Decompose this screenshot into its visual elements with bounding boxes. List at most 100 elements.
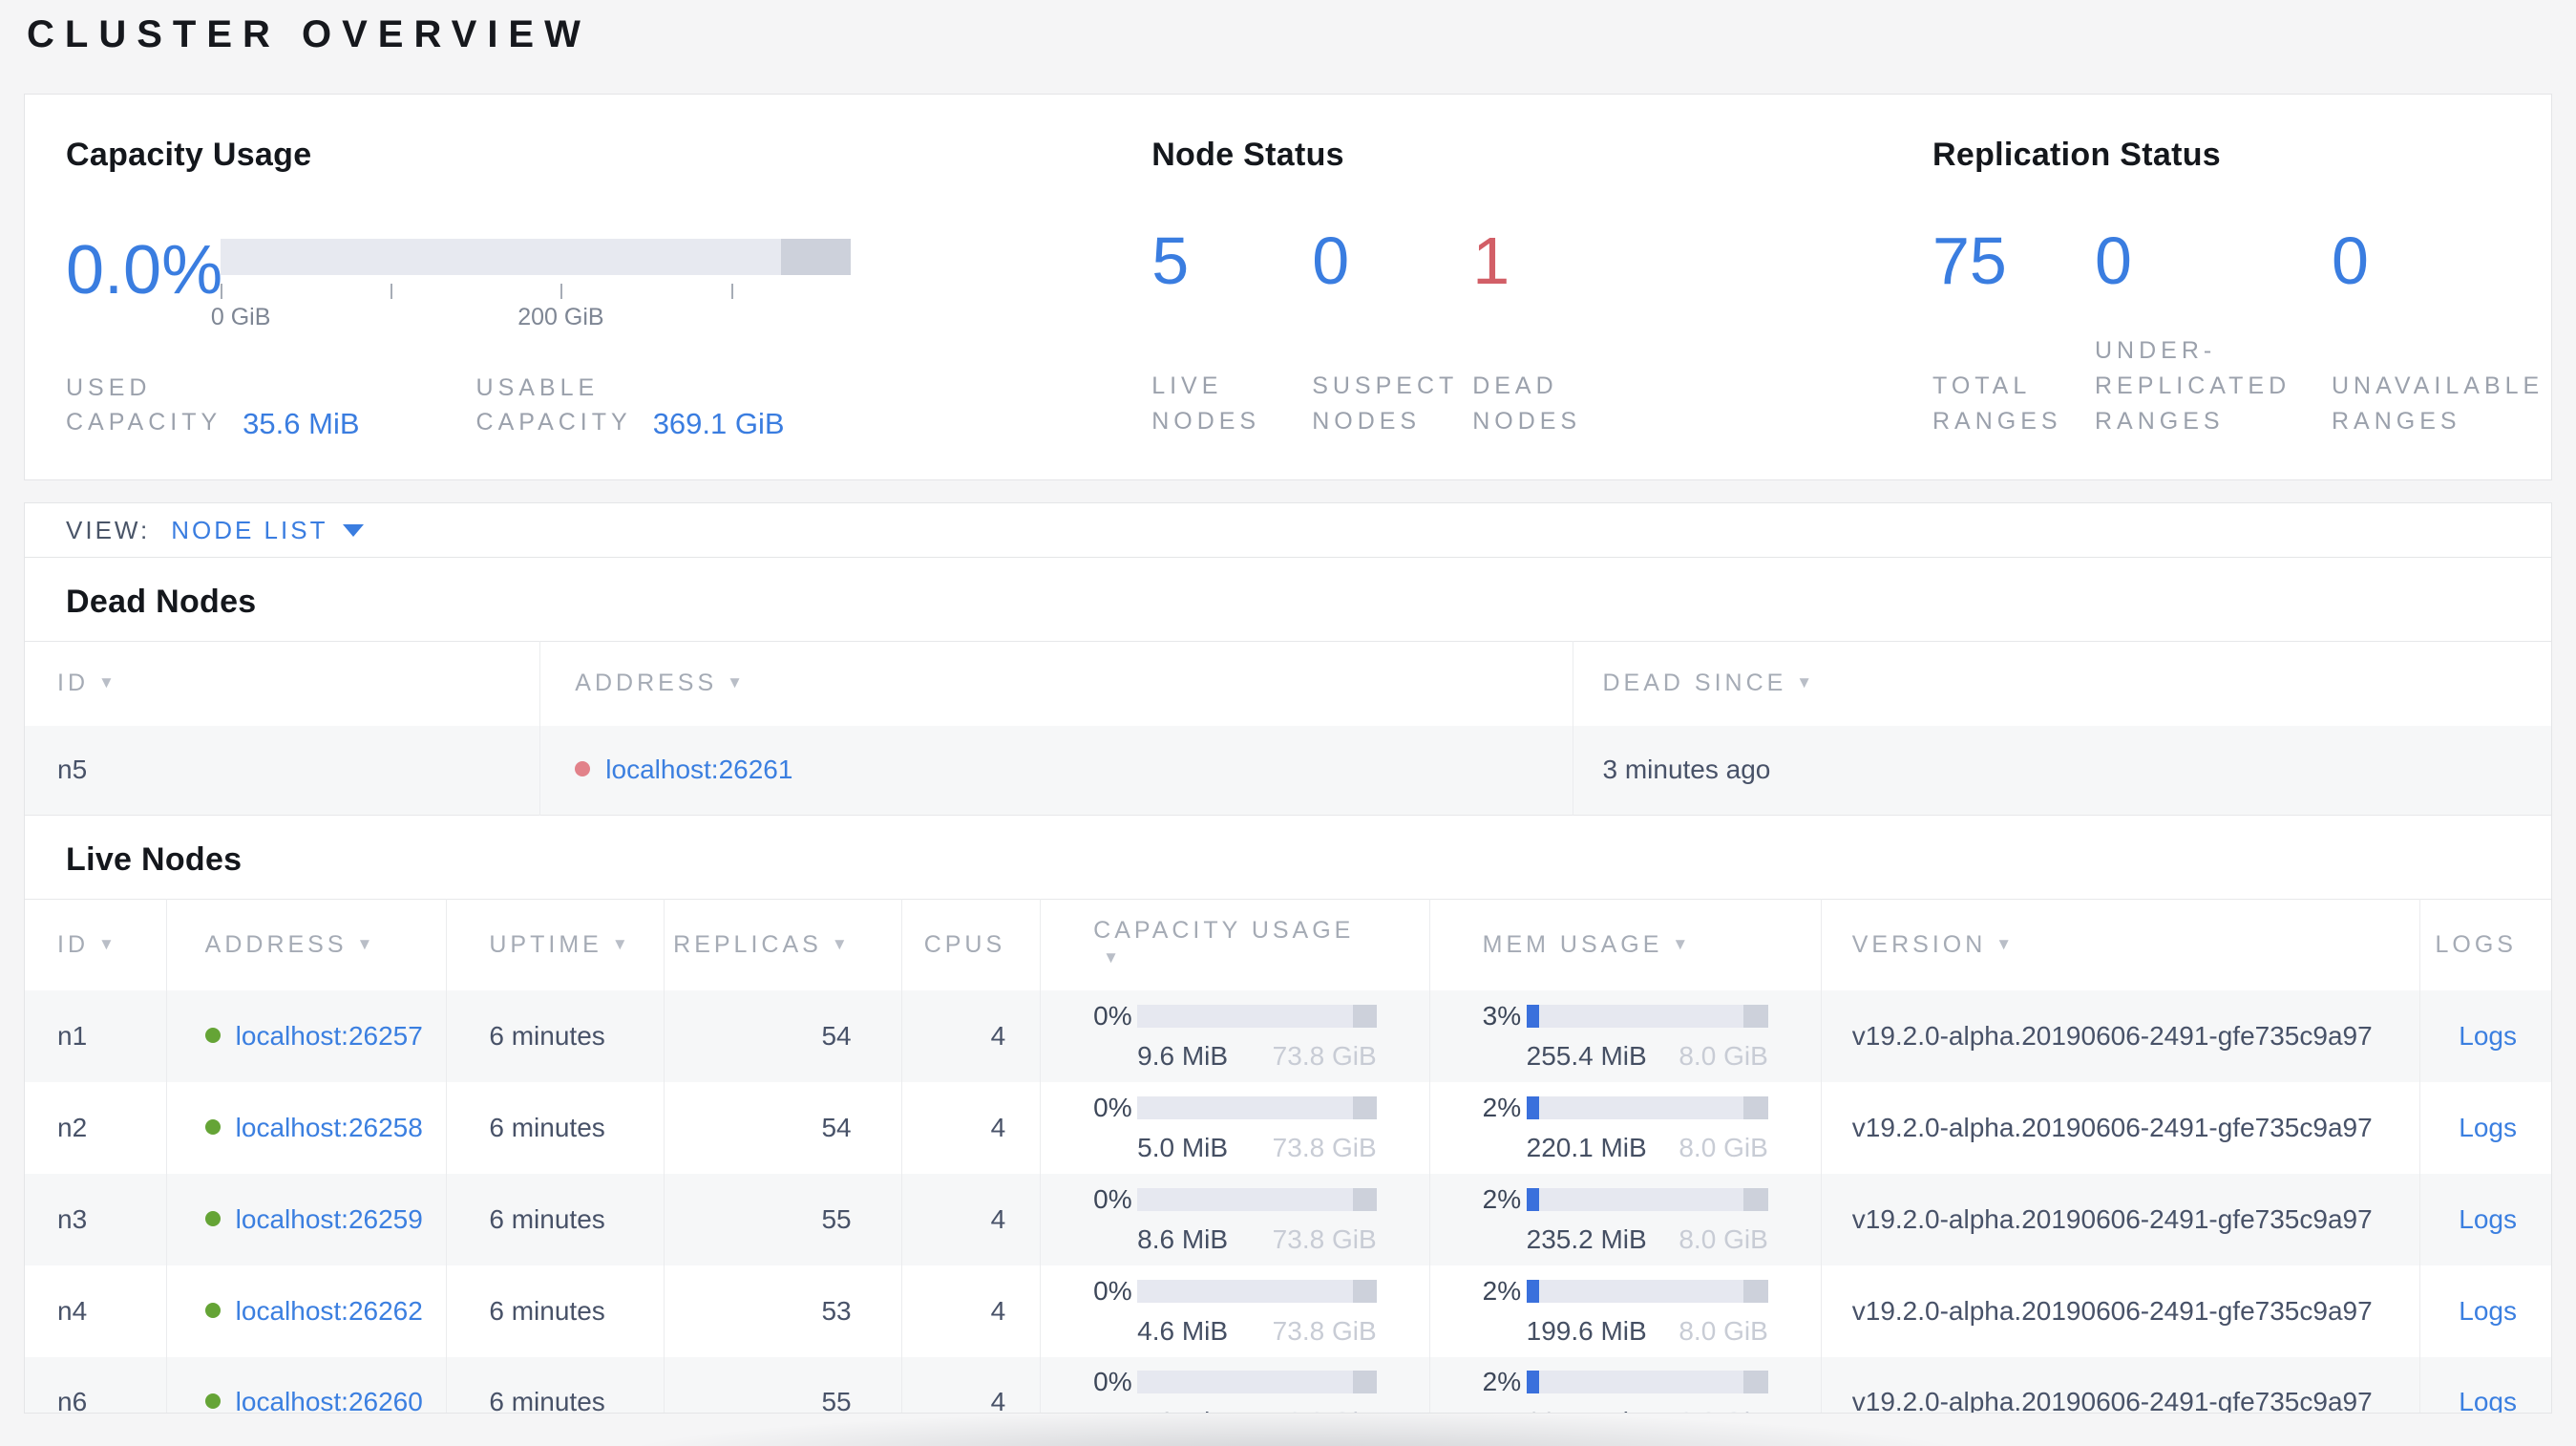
logs-link[interactable]: Logs: [2459, 1113, 2517, 1142]
dead-node-dead-since: 3 minutes ago: [1602, 755, 1771, 785]
replication-status-title: Replication Status: [1932, 137, 2222, 173]
live-node-address-link[interactable]: localhost:26258: [236, 1113, 423, 1142]
replication-metric-label: TOTAL RANGES: [1932, 369, 2095, 439]
live-nodes-heading: Live Nodes: [66, 841, 243, 878]
live-nodes-header-uptime[interactable]: UPTIME ▼: [446, 899, 665, 990]
version-string: v19.2.0-alpha.20190606-2491-gfe735c9a97: [1851, 1112, 2373, 1142]
dead-nodes-heading: Dead Nodes: [66, 584, 257, 620]
node-status-metrics: 5 LIVE NODES 0 SUSPECT NODES 1 DEAD NODES: [1151, 227, 1932, 439]
memory-usage-cell: 3% 255.4 MiB 8.0 GiB: [1429, 989, 1822, 1082]
column-header-label: ID: [57, 670, 89, 697]
replication-metric-label-line: RANGES: [2332, 408, 2461, 435]
sort-desc-icon: ▼: [611, 934, 632, 953]
dead-nodes-header-id[interactable]: ID ▼: [25, 641, 541, 726]
node-status-metric-label-line: NODES: [1312, 408, 1422, 435]
view-dropdown-value: NODE LIST: [171, 515, 328, 544]
column-header-label: LOGS: [2435, 930, 2517, 958]
live-node-logs-cell: Logs: [2419, 1265, 2551, 1357]
capacity-total-value: 73.8 GiB: [1272, 1040, 1377, 1071]
live-node-cpus: 4: [901, 1081, 1042, 1174]
capacity-total-value: 73.8 GiB: [1272, 1315, 1377, 1346]
live-status-dot-icon: [204, 1027, 221, 1043]
memory-bar-fill: [1526, 1371, 1539, 1394]
logs-link[interactable]: Logs: [2459, 1021, 2517, 1051]
live-node-address-link[interactable]: localhost:26260: [236, 1387, 423, 1413]
live-nodes-header-address[interactable]: ADDRESS ▼: [166, 899, 448, 990]
view-dropdown[interactable]: NODE LIST: [171, 515, 365, 545]
memory-meter: 2%: [1483, 1276, 1768, 1307]
live-status-dot-icon: [204, 1393, 221, 1410]
capacity-stat: USABLE CAPACITY 369.1 GiB: [475, 371, 785, 440]
axis-label-200: 200 GiB: [517, 304, 604, 330]
memory-used-value: 220.1 MiB: [1526, 1132, 1647, 1162]
memory-bar-track: [1526, 1095, 1768, 1119]
memory-used-value: 235.2 MiB: [1526, 1223, 1647, 1254]
capacity-values: 9.6 MiB 73.8 GiB: [1137, 1041, 1376, 1072]
live-node-id: n1: [25, 989, 167, 1082]
live-node-address-cell: localhost:26258: [166, 1081, 448, 1174]
replication-metric-value: 0: [2095, 223, 2132, 298]
node-status-metric-label-line: LIVE: [1151, 372, 1223, 399]
capacity-bar-track: [1137, 1371, 1377, 1394]
axis-tick: [221, 284, 222, 299]
dead-node-address-link[interactable]: localhost:26261: [605, 755, 792, 784]
memory-bar-fill: [1526, 1279, 1539, 1303]
memory-meter: 2%: [1483, 1367, 1768, 1397]
node-status-title: Node Status: [1151, 137, 1344, 173]
capacity-stat-label-line: CAPACITY: [66, 409, 222, 436]
capacity-stat-label-line: CAPACITY: [475, 409, 632, 436]
replication-metric-label-line: REPLICATED: [2095, 372, 2291, 399]
column-header-label: MEM USAGE: [1482, 930, 1663, 958]
live-nodes-header-id[interactable]: ID ▼: [25, 899, 167, 990]
live-nodes-header-replicas[interactable]: REPLICAS ▼: [664, 899, 902, 990]
memory-usage-cell: 2% 199.6 MiB 8.0 GiB: [1429, 1265, 1822, 1357]
memory-percent: 2%: [1482, 1092, 1522, 1122]
live-nodes-header-capacity-usage[interactable]: CAPACITY USAGE ▼: [1040, 899, 1430, 990]
capacity-usage-title: Capacity Usage: [66, 137, 312, 173]
bottom-shadow: [401, 1402, 2186, 1446]
dead-nodes-header-address[interactable]: ADDRESS ▼: [539, 641, 1574, 726]
capacity-usage-cell: 0% 9.6 MiB 73.8 GiB: [1040, 989, 1430, 1082]
dead-node-id: n5: [25, 725, 541, 816]
logs-link[interactable]: Logs: [2459, 1387, 2517, 1413]
capacity-values: 4.6 MiB 73.8 GiB: [1137, 1316, 1376, 1347]
node-status-metric-label-line: NODES: [1151, 408, 1261, 435]
live-node-row: n1 localhost:26257 6 minutes 54 4 0% 9.6 MiB 73…: [25, 989, 2551, 1082]
logs-link[interactable]: Logs: [2459, 1296, 2517, 1326]
live-node-address-link[interactable]: localhost:26259: [236, 1204, 423, 1234]
live-node-logs-cell: Logs: [2419, 1357, 2551, 1413]
live-node-cpus: 4: [901, 1265, 1042, 1357]
sort-desc-icon: ▼: [98, 934, 118, 953]
memory-bar-track: [1526, 1279, 1768, 1303]
page-title: CLUSTER OVERVIEW: [27, 13, 591, 55]
sort-desc-icon: ▼: [98, 673, 118, 692]
dead-nodes-header-dead-since[interactable]: DEAD SINCE ▼: [1573, 642, 2551, 726]
node-status-metric-label-line: DEAD: [1472, 372, 1558, 399]
capacity-stat-label: USED CAPACITY: [66, 371, 222, 439]
live-nodes-header-mem-usage[interactable]: MEM USAGE ▼: [1429, 899, 1822, 990]
axis-label-zero: 0 GiB: [210, 304, 271, 330]
live-node-row: n4 localhost:26262 6 minutes 53 4 0% 4.6 MiB 73…: [25, 1265, 2551, 1357]
replication-metric-label: UNAVAILABLE RANGES: [2332, 369, 2551, 439]
sort-desc-icon: ▼: [1103, 948, 1123, 968]
capacity-bar: 0 GiB 200 GiB: [211, 239, 851, 332]
logs-link[interactable]: Logs: [2459, 1204, 2517, 1234]
memory-percent: 3%: [1482, 1000, 1522, 1031]
sort-desc-icon: ▼: [1995, 934, 2016, 953]
column-header-label: DEAD SINCE: [1602, 670, 1787, 697]
live-node-logs-cell: Logs: [2419, 1174, 2551, 1265]
live-node-address-link[interactable]: localhost:26262: [236, 1296, 423, 1326]
live-node-uptime: 6 minutes: [446, 1265, 665, 1357]
column-header-label: UPTIME: [489, 930, 602, 958]
live-nodes-header-version[interactable]: VERSION ▼: [1821, 899, 2420, 990]
capacity-usage-chart: 0.0% 0 GiB 200 GiB: [66, 232, 1151, 332]
live-nodes-header-logs: LOGS: [2419, 900, 2551, 990]
capacity-stat-label-line: USABLE: [475, 374, 600, 401]
capacity-bar-track: [1137, 1279, 1377, 1303]
chevron-down-icon: [343, 523, 365, 537]
live-node-version: v19.2.0-alpha.20190606-2491-gfe735c9a97: [1821, 1265, 2420, 1357]
capacity-percent: 0.0%: [66, 232, 223, 308]
version-string: v19.2.0-alpha.20190606-2491-gfe735c9a97: [1851, 1295, 2373, 1326]
live-node-address-link[interactable]: localhost:26257: [236, 1021, 423, 1051]
capacity-meter: 0%: [1093, 1001, 1377, 1031]
